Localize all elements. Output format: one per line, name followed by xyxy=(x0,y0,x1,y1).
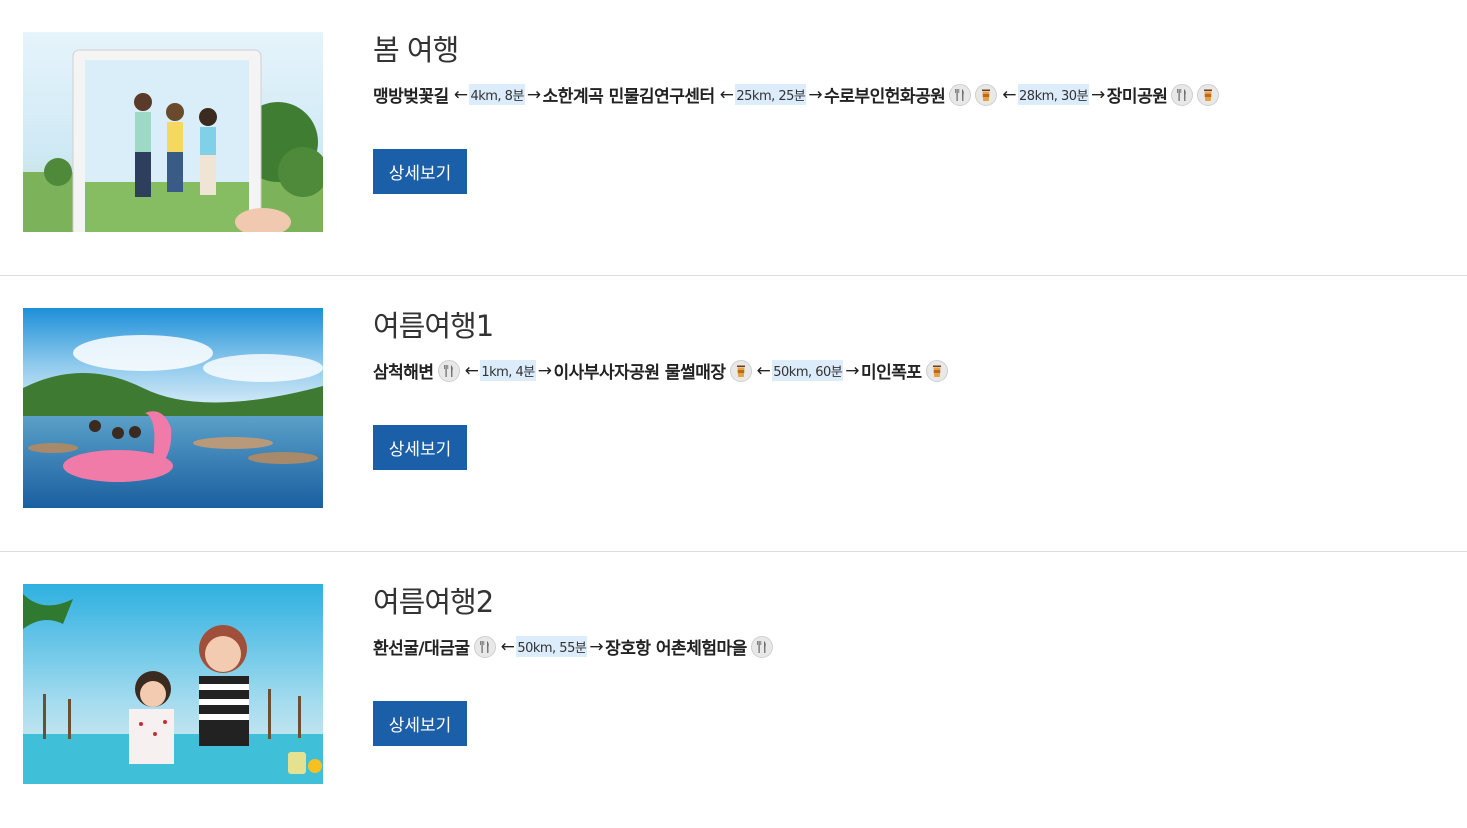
course-list: 봄 여행 맹방벚꽃길 ← 4km, 8분 → 소한계곡 민물김연구센터 ← 25km, 25… xyxy=(0,0,1467,828)
route-distance: 4km, 8분 xyxy=(469,84,525,105)
arrow-left-icon: ← xyxy=(464,360,479,381)
route-place: 수로부인헌화공원 xyxy=(824,87,946,107)
course-title: 봄 여행 xyxy=(373,33,459,67)
course-thumbnail[interactable] xyxy=(23,32,323,232)
course-item: 여름여행1 삼척해변 ← 1km, 4분 → 이사부사자공원 물썰매장 ← 50km, 60… xyxy=(0,276,1467,552)
route-place: 환선굴/대금굴 xyxy=(373,639,470,659)
detail-button[interactable]: 상세보기 xyxy=(373,701,467,746)
route-distance: 25km, 25분 xyxy=(735,84,807,105)
arrow-left-icon: ← xyxy=(1002,84,1017,105)
restaurant-icon xyxy=(949,83,972,106)
route-distance: 50km, 55분 xyxy=(516,636,588,657)
route-place: 이사부사자공원 물썰매장 xyxy=(553,363,726,383)
route-place: 맹방벚꽃길 xyxy=(373,87,449,107)
cafe-icon xyxy=(729,359,752,382)
restaurant-icon xyxy=(473,635,496,658)
arrow-left-icon: ← xyxy=(500,636,515,657)
route-place: 소한계곡 민물김연구센터 xyxy=(542,87,715,107)
route-place: 미인폭포 xyxy=(861,363,922,383)
detail-button[interactable]: 상세보기 xyxy=(373,149,467,194)
arrow-left-icon: ← xyxy=(719,84,734,105)
course-title: 여름여행1 xyxy=(373,309,494,343)
course-item: 봄 여행 맹방벚꽃길 ← 4km, 8분 → 소한계곡 민물김연구센터 ← 25km, 25… xyxy=(0,0,1467,276)
restaurant-icon xyxy=(1171,83,1194,106)
route-place: 삼척해변 xyxy=(373,363,434,383)
cafe-icon xyxy=(1197,83,1220,106)
arrow-right-icon: → xyxy=(808,84,823,105)
restaurant-icon xyxy=(750,635,773,658)
arrow-left-icon: ← xyxy=(756,360,771,381)
route-place: 장호항 어촌체험마을 xyxy=(605,639,747,659)
cafe-icon xyxy=(975,83,998,106)
arrow-right-icon: → xyxy=(537,360,552,381)
arrow-right-icon: → xyxy=(1091,84,1105,105)
arrow-left-icon: ← xyxy=(453,84,468,105)
course-route: 환선굴/대금굴 ← 50km, 55분 → 장호항 어촌체험마을 xyxy=(373,634,1447,659)
cafe-icon xyxy=(925,359,948,382)
course-thumbnail[interactable] xyxy=(23,584,323,784)
restaurant-icon xyxy=(437,359,460,382)
course-route: 삼척해변 ← 1km, 4분 → 이사부사자공원 물썰매장 ← 50km, 60분 → 미인폭포 xyxy=(373,358,1447,383)
course-route: 맹방벚꽃길 ← 4km, 8분 → 소한계곡 민물김연구센터 ← 25km, 25분 → 수로부… xyxy=(373,82,1447,107)
course-item: 여름여행2 환선굴/대금굴 ← 50km, 55분 → 장호항 어촌체험마을 상세보기 xyxy=(0,552,1467,828)
route-distance: 50km, 60분 xyxy=(772,360,844,381)
route-distance: 28km, 30분 xyxy=(1018,84,1090,105)
route-distance: 1km, 4분 xyxy=(480,360,536,381)
course-title: 여름여행2 xyxy=(373,585,494,619)
arrow-right-icon: → xyxy=(589,636,604,657)
arrow-right-icon: → xyxy=(526,84,541,105)
route-place: 장미공원 xyxy=(1106,87,1168,107)
course-thumbnail[interactable] xyxy=(23,308,323,508)
detail-button[interactable]: 상세보기 xyxy=(373,425,467,470)
arrow-right-icon: → xyxy=(845,360,860,381)
